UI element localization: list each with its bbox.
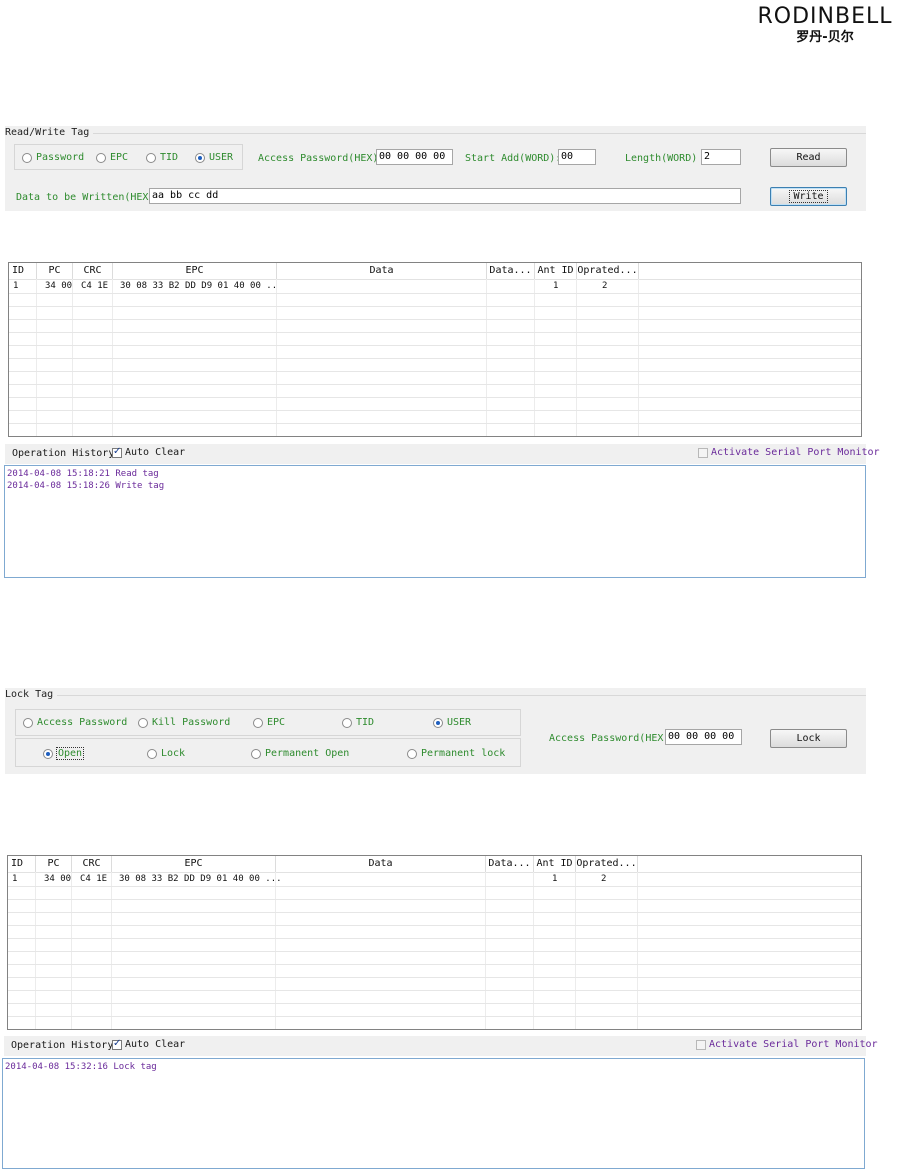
length-input[interactable]: 2 xyxy=(701,149,741,165)
access-password-label: Access Password(HEX) xyxy=(258,153,379,164)
cell-oprated: 2 xyxy=(602,281,608,291)
radio-circle-icon xyxy=(146,152,156,163)
data-to-write-label: Data to be Written(HEX) xyxy=(16,192,155,203)
cell-ant-id: 1 xyxy=(553,281,559,291)
operation-history-label: Operation History: xyxy=(12,448,121,459)
radio-circle-icon xyxy=(147,748,157,759)
radio-selected-icon xyxy=(433,717,443,728)
data-to-write-input[interactable]: aa bb cc dd xyxy=(149,188,741,204)
cell-epc: 30 08 33 B2 DD D9 01 40 00 .. xyxy=(120,281,278,291)
read-button[interactable]: Read xyxy=(770,148,847,167)
logo-wordmark: RODINBELL xyxy=(757,4,893,29)
radio-open[interactable]: Open xyxy=(43,747,85,760)
col-data[interactable]: Data xyxy=(277,263,487,279)
radio-circle-icon xyxy=(342,717,352,728)
radio-access-password[interactable]: Access Password xyxy=(23,717,127,728)
auto-clear-checkbox[interactable]: Auto Clear xyxy=(112,446,185,458)
lock-access-password-label: Access Password(HEX) xyxy=(549,733,670,744)
radio-selected-icon xyxy=(195,152,205,163)
col-id[interactable]: ID xyxy=(8,856,36,872)
radio-circle-icon xyxy=(138,717,148,728)
serial-monitor-checkbox[interactable]: Activate Serial Port Monitor xyxy=(698,447,880,458)
radio-permanent-lock[interactable]: Permanent lock xyxy=(407,748,505,759)
cell-ant-id: 1 xyxy=(552,874,558,884)
radio-circle-icon xyxy=(253,717,263,728)
cell-epc: 30 08 33 B2 DD D9 01 40 00 ... xyxy=(119,874,282,884)
history-bar: Operation History: Auto Clear Activate S… xyxy=(5,444,880,464)
col-pc[interactable]: PC xyxy=(37,263,73,279)
operation-history-log[interactable]: 2014-04-08 15:32:16 Lock tag xyxy=(2,1058,865,1169)
table-row[interactable]: 1 34 00 C4 1E 30 08 33 B2 DD D9 01 40 00… xyxy=(8,873,861,887)
logo-chinese: 罗丹-贝尔 xyxy=(796,30,854,45)
log-line: 2014-04-08 15:18:26 Write tag xyxy=(7,481,165,491)
col-oprated[interactable]: Oprated... xyxy=(577,263,639,279)
col-data-len[interactable]: Data... xyxy=(486,856,534,872)
col-crc[interactable]: CRC xyxy=(72,856,112,872)
col-data[interactable]: Data xyxy=(276,856,486,872)
history-bar: Operation History: Auto Clear Activate S… xyxy=(4,1036,878,1056)
radio-circle-icon xyxy=(23,717,33,728)
auto-clear-checkbox[interactable]: Auto Clear xyxy=(112,1038,185,1050)
access-password-input[interactable]: 00 00 00 00 xyxy=(376,149,453,165)
radio-tid[interactable]: TID xyxy=(146,152,178,163)
radio-permanent-open[interactable]: Permanent Open xyxy=(251,748,349,759)
table-header: ID PC CRC EPC Data Data... Ant ID Oprate… xyxy=(8,856,861,873)
radio-user[interactable]: USER xyxy=(195,152,233,163)
cell-crc: C4 1E xyxy=(81,281,109,291)
start-add-label: Start Add(WORD): xyxy=(465,153,562,164)
cell-oprated: 2 xyxy=(601,874,607,884)
radio-circle-icon xyxy=(96,152,106,163)
checkbox-icon xyxy=(696,1039,706,1050)
radio-kill-password[interactable]: Kill Password xyxy=(138,717,230,728)
read-write-panel: Read/Write Tag Password EPC TID USER Acc… xyxy=(5,126,866,211)
start-add-input[interactable]: 00 xyxy=(558,149,596,165)
tag-table-lock[interactable]: ID PC CRC EPC Data Data... Ant ID Oprate… xyxy=(7,855,862,1030)
col-data-len[interactable]: Data... xyxy=(487,263,535,279)
lock-button[interactable]: Lock xyxy=(770,729,847,748)
radio-circle-icon xyxy=(251,748,261,759)
serial-monitor-checkbox[interactable]: Activate Serial Port Monitor xyxy=(696,1039,878,1050)
radio-lock[interactable]: Lock xyxy=(147,748,185,759)
col-id[interactable]: ID xyxy=(9,263,37,279)
radio-tid[interactable]: TID xyxy=(342,717,374,728)
tag-table-readwrite[interactable]: ID PC CRC EPC Data Data... Ant ID Oprate… xyxy=(8,262,862,437)
length-label: Length(WORD) xyxy=(625,153,698,164)
checkbox-icon xyxy=(698,447,708,458)
radio-circle-icon xyxy=(22,152,32,163)
radio-user[interactable]: USER xyxy=(433,717,471,728)
col-crc[interactable]: CRC xyxy=(73,263,113,279)
rodinbell-logo: RODINBELL 罗丹-贝尔 xyxy=(740,4,910,60)
lock-group-title: Lock Tag xyxy=(5,689,58,700)
cell-pc: 34 00 xyxy=(45,281,73,291)
col-oprated[interactable]: Oprated... xyxy=(576,856,638,872)
col-pc[interactable]: PC xyxy=(36,856,72,872)
radio-circle-icon xyxy=(407,748,417,759)
group-border xyxy=(5,133,866,134)
radio-epc[interactable]: EPC xyxy=(253,717,285,728)
operation-history-label: Operation History: xyxy=(11,1040,120,1051)
radio-epc[interactable]: EPC xyxy=(96,152,128,163)
cell-id: 1 xyxy=(12,874,18,884)
log-line: 2014-04-08 15:18:21 Read tag xyxy=(7,469,159,479)
operation-history-log[interactable]: 2014-04-08 15:18:21 Read tag 2014-04-08 … xyxy=(4,465,866,578)
cell-id: 1 xyxy=(13,281,19,291)
checkbox-checked-icon xyxy=(112,446,122,458)
col-ant-id[interactable]: Ant ID xyxy=(534,856,576,872)
col-epc[interactable]: EPC xyxy=(112,856,276,872)
cell-crc: C4 1E xyxy=(80,874,108,884)
lock-panel: Lock Tag Access Password Kill Password E… xyxy=(5,688,866,774)
lock-access-password-input[interactable]: 00 00 00 00 xyxy=(665,729,742,745)
radio-selected-icon xyxy=(43,748,53,759)
col-ant-id[interactable]: Ant ID xyxy=(535,263,577,279)
col-epc[interactable]: EPC xyxy=(113,263,277,279)
write-button[interactable]: Write xyxy=(770,187,847,206)
read-write-group-title: Read/Write Tag xyxy=(5,127,94,138)
log-line: 2014-04-08 15:32:16 Lock tag xyxy=(5,1062,157,1072)
checkbox-checked-icon xyxy=(112,1038,122,1050)
group-border xyxy=(5,695,866,696)
radio-password[interactable]: Password xyxy=(22,152,84,163)
table-header: ID PC CRC EPC Data Data... Ant ID Oprate… xyxy=(9,263,861,280)
cell-pc: 34 00 xyxy=(44,874,72,884)
table-row[interactable]: 1 34 00 C4 1E 30 08 33 B2 DD D9 01 40 00… xyxy=(9,280,861,294)
